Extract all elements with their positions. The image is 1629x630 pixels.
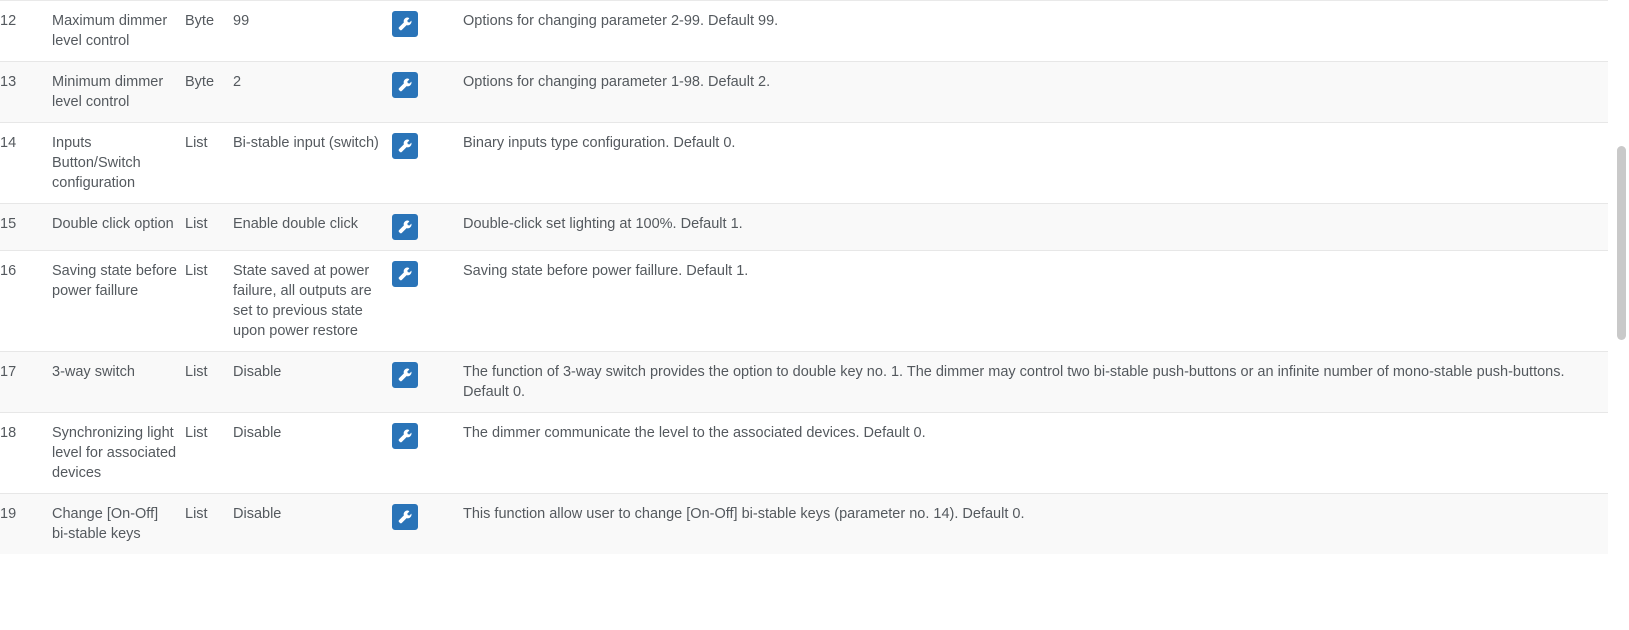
row-value-cell: Enable double click — [233, 203, 392, 251]
row-name-cell: Synchronizing light level for associated… — [52, 412, 185, 494]
row-value-cell: State saved at power failure, all output… — [233, 250, 392, 352]
row-description-cell: The function of 3-way switch provides th… — [463, 351, 1608, 413]
configure-parameter-button[interactable] — [392, 11, 418, 37]
row-description-cell: This function allow user to change [On-O… — [463, 493, 1608, 554]
configure-parameter-button[interactable] — [392, 504, 418, 530]
row-type-cell: List — [185, 493, 233, 554]
row-name-cell: Inputs Button/Switch configuration — [52, 122, 185, 204]
configure-parameter-button[interactable] — [392, 423, 418, 449]
row-value-cell: 2 — [233, 61, 392, 123]
row-value-cell: Disable — [233, 412, 392, 494]
row-action-cell — [392, 250, 463, 352]
configure-parameter-button[interactable] — [392, 72, 418, 98]
table-row[interactable]: 18 Synchronizing light level for associat… — [0, 412, 1608, 494]
configure-parameter-button[interactable] — [392, 133, 418, 159]
row-action-cell — [392, 61, 463, 123]
row-description-cell: Saving state before power faillure. Defa… — [463, 250, 1608, 352]
row-description-cell: Double-click set lighting at 100%. Defau… — [463, 203, 1608, 251]
row-name-cell: 3-way switch — [52, 351, 185, 413]
row-number-cell: 16 — [0, 250, 52, 352]
row-value-cell: Bi-stable input (switch) — [233, 122, 392, 204]
row-type-cell: List — [185, 203, 233, 251]
row-type-cell: Byte — [185, 0, 233, 62]
row-number-cell: 18 — [0, 412, 52, 494]
row-type-cell: List — [185, 412, 233, 494]
row-type-cell: List — [185, 250, 233, 352]
row-action-cell — [392, 493, 463, 554]
row-number-cell: 15 — [0, 203, 52, 251]
row-action-cell — [392, 122, 463, 204]
row-value-cell: 99 — [233, 0, 392, 62]
table-row[interactable]: 14 Inputs Button/Switch configuration List… — [0, 122, 1608, 204]
row-name-cell: Minimum dimmer level control — [52, 61, 185, 123]
row-value-cell: Disable — [233, 493, 392, 554]
table-row[interactable]: 19 Change [On-Off] bi-stable keys List Disa… — [0, 493, 1608, 554]
row-number-cell: 17 — [0, 351, 52, 413]
row-type-cell: List — [185, 351, 233, 413]
row-name-cell: Double click option — [52, 203, 185, 251]
vertical-scrollbar-track[interactable] — [1617, 0, 1628, 630]
parameter-table-viewport: 12 Maximum dimmer level control Byte 99 Opti… — [0, 0, 1629, 630]
configure-parameter-button[interactable] — [392, 362, 418, 388]
row-action-cell — [392, 0, 463, 62]
table-row[interactable]: 16 Saving state before power faillure List… — [0, 250, 1608, 352]
row-name-cell: Maximum dimmer level control — [52, 0, 185, 62]
table-row[interactable]: 15 Double click option List Enable double c… — [0, 203, 1608, 251]
row-description-cell: The dimmer communicate the level to the … — [463, 412, 1608, 494]
table-row[interactable]: 12 Maximum dimmer level control Byte 99 Opti… — [0, 0, 1608, 62]
row-number-cell: 19 — [0, 493, 52, 554]
row-type-cell: List — [185, 122, 233, 204]
row-value-cell: Disable — [233, 351, 392, 413]
vertical-scrollbar-thumb[interactable] — [1617, 146, 1626, 340]
row-number-cell: 13 — [0, 61, 52, 123]
row-description-cell: Options for changing parameter 1-98. Def… — [463, 61, 1608, 123]
row-action-cell — [392, 203, 463, 251]
configure-parameter-button[interactable] — [392, 214, 418, 240]
row-type-cell: Byte — [185, 61, 233, 123]
table-row[interactable]: 13 Minimum dimmer level control Byte 2 Optio… — [0, 61, 1608, 123]
row-action-cell — [392, 351, 463, 413]
row-name-cell: Change [On-Off] bi-stable keys — [52, 493, 185, 554]
row-name-cell: Saving state before power faillure — [52, 250, 185, 352]
parameter-table: 12 Maximum dimmer level control Byte 99 Opti… — [0, 0, 1608, 554]
row-number-cell: 12 — [0, 0, 52, 62]
parameter-table-scroll-area[interactable]: 12 Maximum dimmer level control Byte 99 Opti… — [0, 0, 1608, 630]
configure-parameter-button[interactable] — [392, 261, 418, 287]
row-number-cell: 14 — [0, 122, 52, 204]
row-action-cell — [392, 412, 463, 494]
row-description-cell: Options for changing parameter 2-99. Def… — [463, 0, 1608, 62]
row-description-cell: Binary inputs type configuration. Defaul… — [463, 122, 1608, 204]
table-row[interactable]: 17 3-way switch List Disable The function of… — [0, 351, 1608, 413]
parameter-table-body: 12 Maximum dimmer level control Byte 99 Opti… — [0, 0, 1608, 554]
